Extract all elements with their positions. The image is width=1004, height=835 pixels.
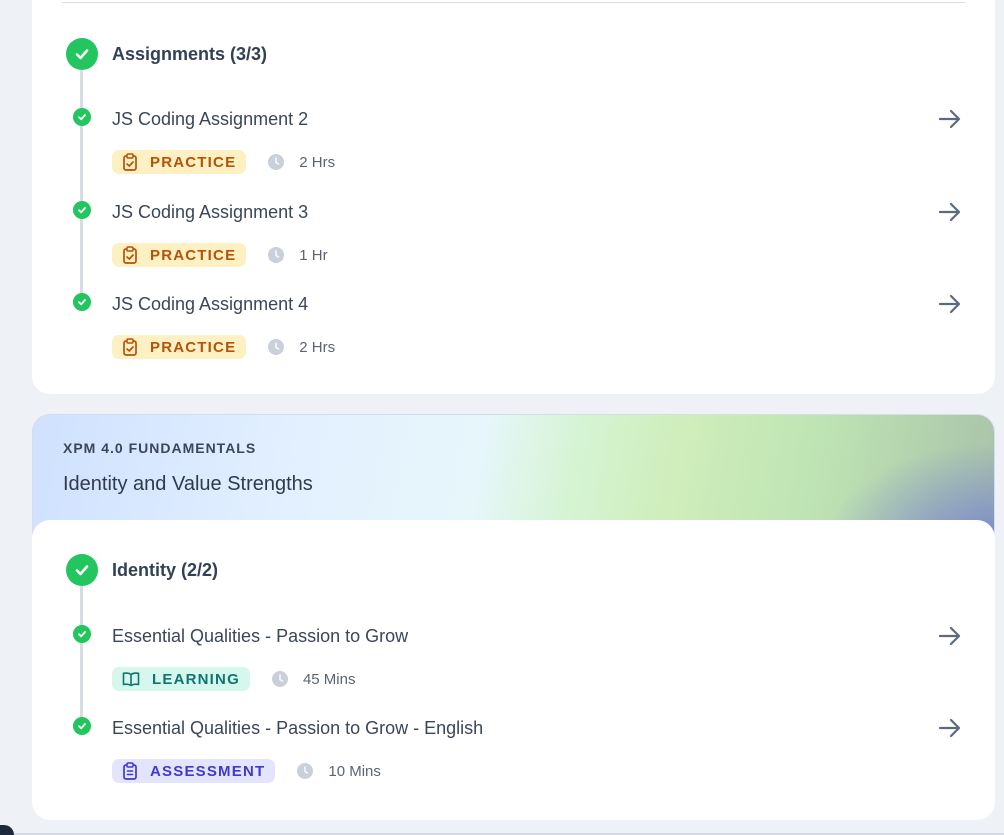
arrow-right-icon[interactable]: [937, 107, 963, 131]
clipboard-check-icon: [123, 246, 137, 264]
item-meta: ASSESSMENT 10 Mins: [112, 759, 381, 783]
module-header: [66, 554, 98, 586]
check-circle-icon: [73, 201, 91, 219]
list-item[interactable]: Essential Qualities - Passion to Grow - …: [32, 717, 995, 797]
duration: 1 Hr: [299, 246, 328, 264]
tag-label: PRACTICE: [150, 338, 237, 356]
item-meta: PRACTICE 2 Hrs: [112, 335, 335, 359]
clipboard-check-icon: [123, 338, 137, 356]
list-item[interactable]: JS Coding Assignment 2 PRACTICE 2 Hrs: [32, 108, 995, 188]
tag-label: PRACTICE: [150, 153, 237, 171]
item-title[interactable]: JS Coding Assignment 3: [112, 201, 308, 223]
divider: [62, 2, 965, 3]
item-title[interactable]: Essential Qualities - Passion to Grow - …: [112, 717, 483, 739]
book-open-icon: [122, 672, 140, 687]
practice-badge: PRACTICE: [112, 335, 247, 359]
list-item[interactable]: JS Coding Assignment 3 PRACTICE 1 Hr: [32, 201, 995, 281]
module-header: [66, 38, 98, 70]
item-title[interactable]: JS Coding Assignment 4: [112, 293, 308, 315]
item-meta: LEARNING 45 Mins: [112, 667, 355, 691]
module-title: Assignments (3/3): [112, 44, 268, 64]
check-circle-icon: [66, 554, 98, 586]
arrow-right-icon[interactable]: [937, 292, 963, 316]
tag-label: LEARNING: [152, 670, 240, 688]
arrow-right-icon[interactable]: [937, 200, 963, 224]
practice-badge: PRACTICE: [112, 243, 247, 267]
item-title[interactable]: JS Coding Assignment 2: [112, 108, 308, 130]
duration: 2 Hrs: [299, 153, 336, 171]
duration: 45 Mins: [302, 670, 356, 688]
clock-icon: [268, 154, 285, 170]
assessment-badge: ASSESSMENT: [112, 759, 276, 783]
list-item[interactable]: Essential Qualities - Passion to Grow LE…: [32, 625, 995, 705]
item-meta: PRACTICE 1 Hr: [112, 243, 328, 267]
check-circle-icon: [73, 717, 91, 735]
clock-icon: [268, 247, 285, 263]
tag-label: PRACTICE: [150, 246, 237, 264]
practice-badge: PRACTICE: [112, 150, 247, 174]
tag-label: ASSESSMENT: [150, 762, 266, 780]
window-corner: [0, 825, 14, 835]
arrow-right-icon[interactable]: [937, 624, 963, 648]
duration: 2 Hrs: [299, 338, 336, 356]
arrow-right-icon[interactable]: [937, 716, 963, 740]
duration: 10 Mins: [328, 762, 381, 780]
clock-icon: [297, 763, 314, 779]
item-meta: PRACTICE 2 Hrs: [112, 150, 335, 174]
clipboard-check-icon: [123, 153, 137, 171]
assignments-card: Assignments (3/3) JS Coding Assignment 2…: [32, 0, 995, 394]
check-circle-icon: [73, 293, 91, 311]
identity-card: Identity (2/2) Essential Qualities - Pas…: [32, 520, 995, 820]
check-circle-icon: [66, 38, 98, 70]
list-item[interactable]: JS Coding Assignment 4 PRACTICE 2 Hrs: [32, 293, 995, 373]
clock-icon: [268, 339, 285, 355]
clock-icon: [271, 671, 288, 687]
module-title: Identity (2/2): [112, 560, 219, 580]
course-title: Identity and Value Strengths: [63, 473, 313, 495]
learning-badge: LEARNING: [112, 667, 250, 691]
course-eyebrow: XPM 4.0 FUNDAMENTALS: [63, 440, 257, 456]
check-circle-icon: [73, 625, 91, 643]
clipboard-list-icon: [123, 762, 137, 780]
check-circle-icon: [73, 108, 91, 126]
item-title[interactable]: Essential Qualities - Passion to Grow: [112, 625, 408, 647]
